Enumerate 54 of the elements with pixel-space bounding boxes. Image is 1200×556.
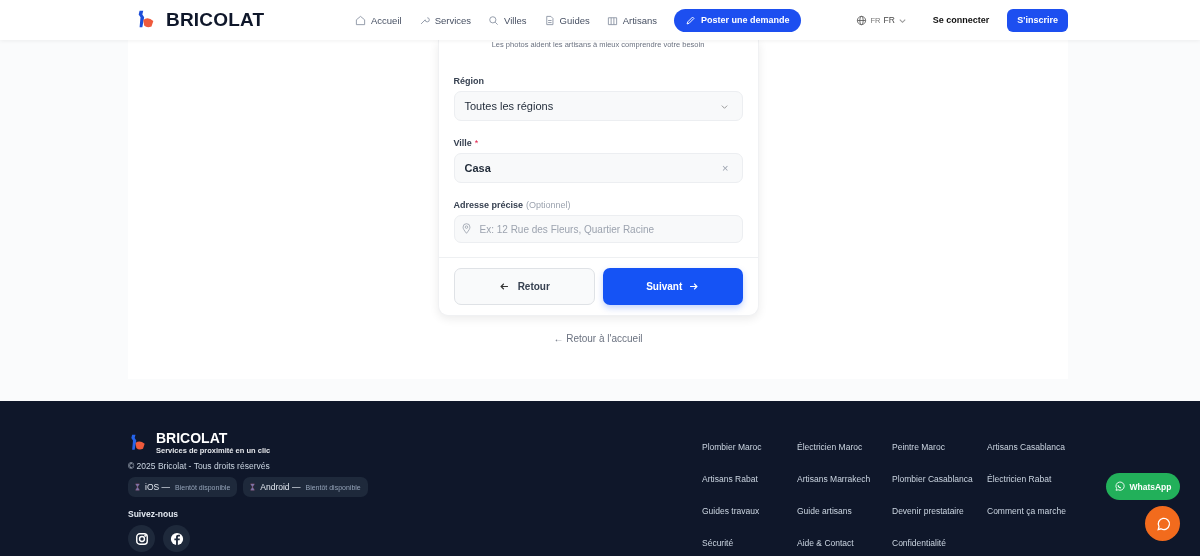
footer-link[interactable]: Aide & Contact (797, 537, 892, 550)
optional-note: (Optionnel) (526, 200, 571, 210)
instagram-icon (134, 531, 149, 546)
follow-label: Suivez-nous (128, 509, 180, 519)
post-request-button[interactable]: Poster une demande (674, 8, 801, 32)
nav-link[interactable]: Guides (543, 14, 590, 26)
brand-name: BRICOLAT (166, 9, 265, 31)
building-icon (606, 14, 618, 26)
document-icon (543, 14, 555, 26)
field-label: Adresse précise (453, 200, 524, 210)
footer-link[interactable]: Comment ça marche (987, 505, 1082, 518)
footer-link[interactable]: Artisans Rabat (702, 473, 797, 486)
nav-link[interactable]: Services (418, 14, 472, 26)
footer-link[interactable]: Guides travaux (702, 505, 797, 518)
hourglass-icon (250, 483, 256, 491)
back-button[interactable]: Retour (453, 268, 595, 305)
globe-icon (856, 14, 868, 26)
copyright: © 2025 Bricolat - Tous droits réservés (128, 461, 271, 471)
field-label: Ville (453, 138, 472, 148)
location-pin-icon (460, 223, 472, 234)
footer-link[interactable]: Plombier Maroc (702, 441, 797, 454)
facebook-icon (169, 531, 184, 546)
whatsapp-icon (1114, 481, 1126, 492)
instagram-button[interactable] (128, 525, 155, 552)
hourglass-icon (135, 483, 140, 491)
footer-link[interactable]: Peintre Maroc (892, 441, 987, 454)
facebook-button[interactable] (163, 525, 190, 552)
field-label: Région (453, 76, 484, 86)
nav-link[interactable]: Artisans (606, 14, 658, 26)
footer-link[interactable]: Électricien Rabat (987, 473, 1082, 486)
footer-link[interactable]: Électricien Maroc (797, 441, 892, 454)
arrow-right-icon (688, 281, 700, 292)
city-input[interactable]: Casa × (453, 153, 743, 183)
footer-link[interactable]: Artisans Casablanca (987, 441, 1082, 454)
brand-name: BRICOLAT (156, 431, 229, 446)
footer-link[interactable]: Devenir prestataire (892, 505, 987, 518)
arrow-left-icon (498, 281, 510, 292)
required-mark: * (474, 138, 479, 148)
next-button[interactable]: Suivant (603, 268, 743, 305)
footer-link[interactable]: Plombier Casablanca (892, 473, 987, 486)
nav-link[interactable]: Accueil (355, 14, 402, 26)
nav-link[interactable]: Villes (488, 14, 527, 26)
footer-link[interactable]: Guide artisans (797, 505, 892, 518)
signup-button[interactable]: S'inscrire (1007, 8, 1068, 32)
home-icon (355, 14, 366, 26)
region-select[interactable]: Toutes les régions (453, 91, 743, 121)
footer-link[interactable]: Sécurité (702, 537, 797, 550)
search-icon (488, 14, 500, 26)
login-button[interactable]: Se connecter (926, 15, 996, 25)
footer-link[interactable]: Confidentialité (892, 537, 987, 550)
home-link[interactable]: ← Retour à l'accueil (553, 333, 643, 344)
address-input[interactable]: Ex: 12 Rue des Fleurs, Quartier Racine (453, 215, 743, 243)
footer-link[interactable]: Artisans Marrakech (797, 473, 892, 486)
pencil-icon (685, 14, 697, 26)
